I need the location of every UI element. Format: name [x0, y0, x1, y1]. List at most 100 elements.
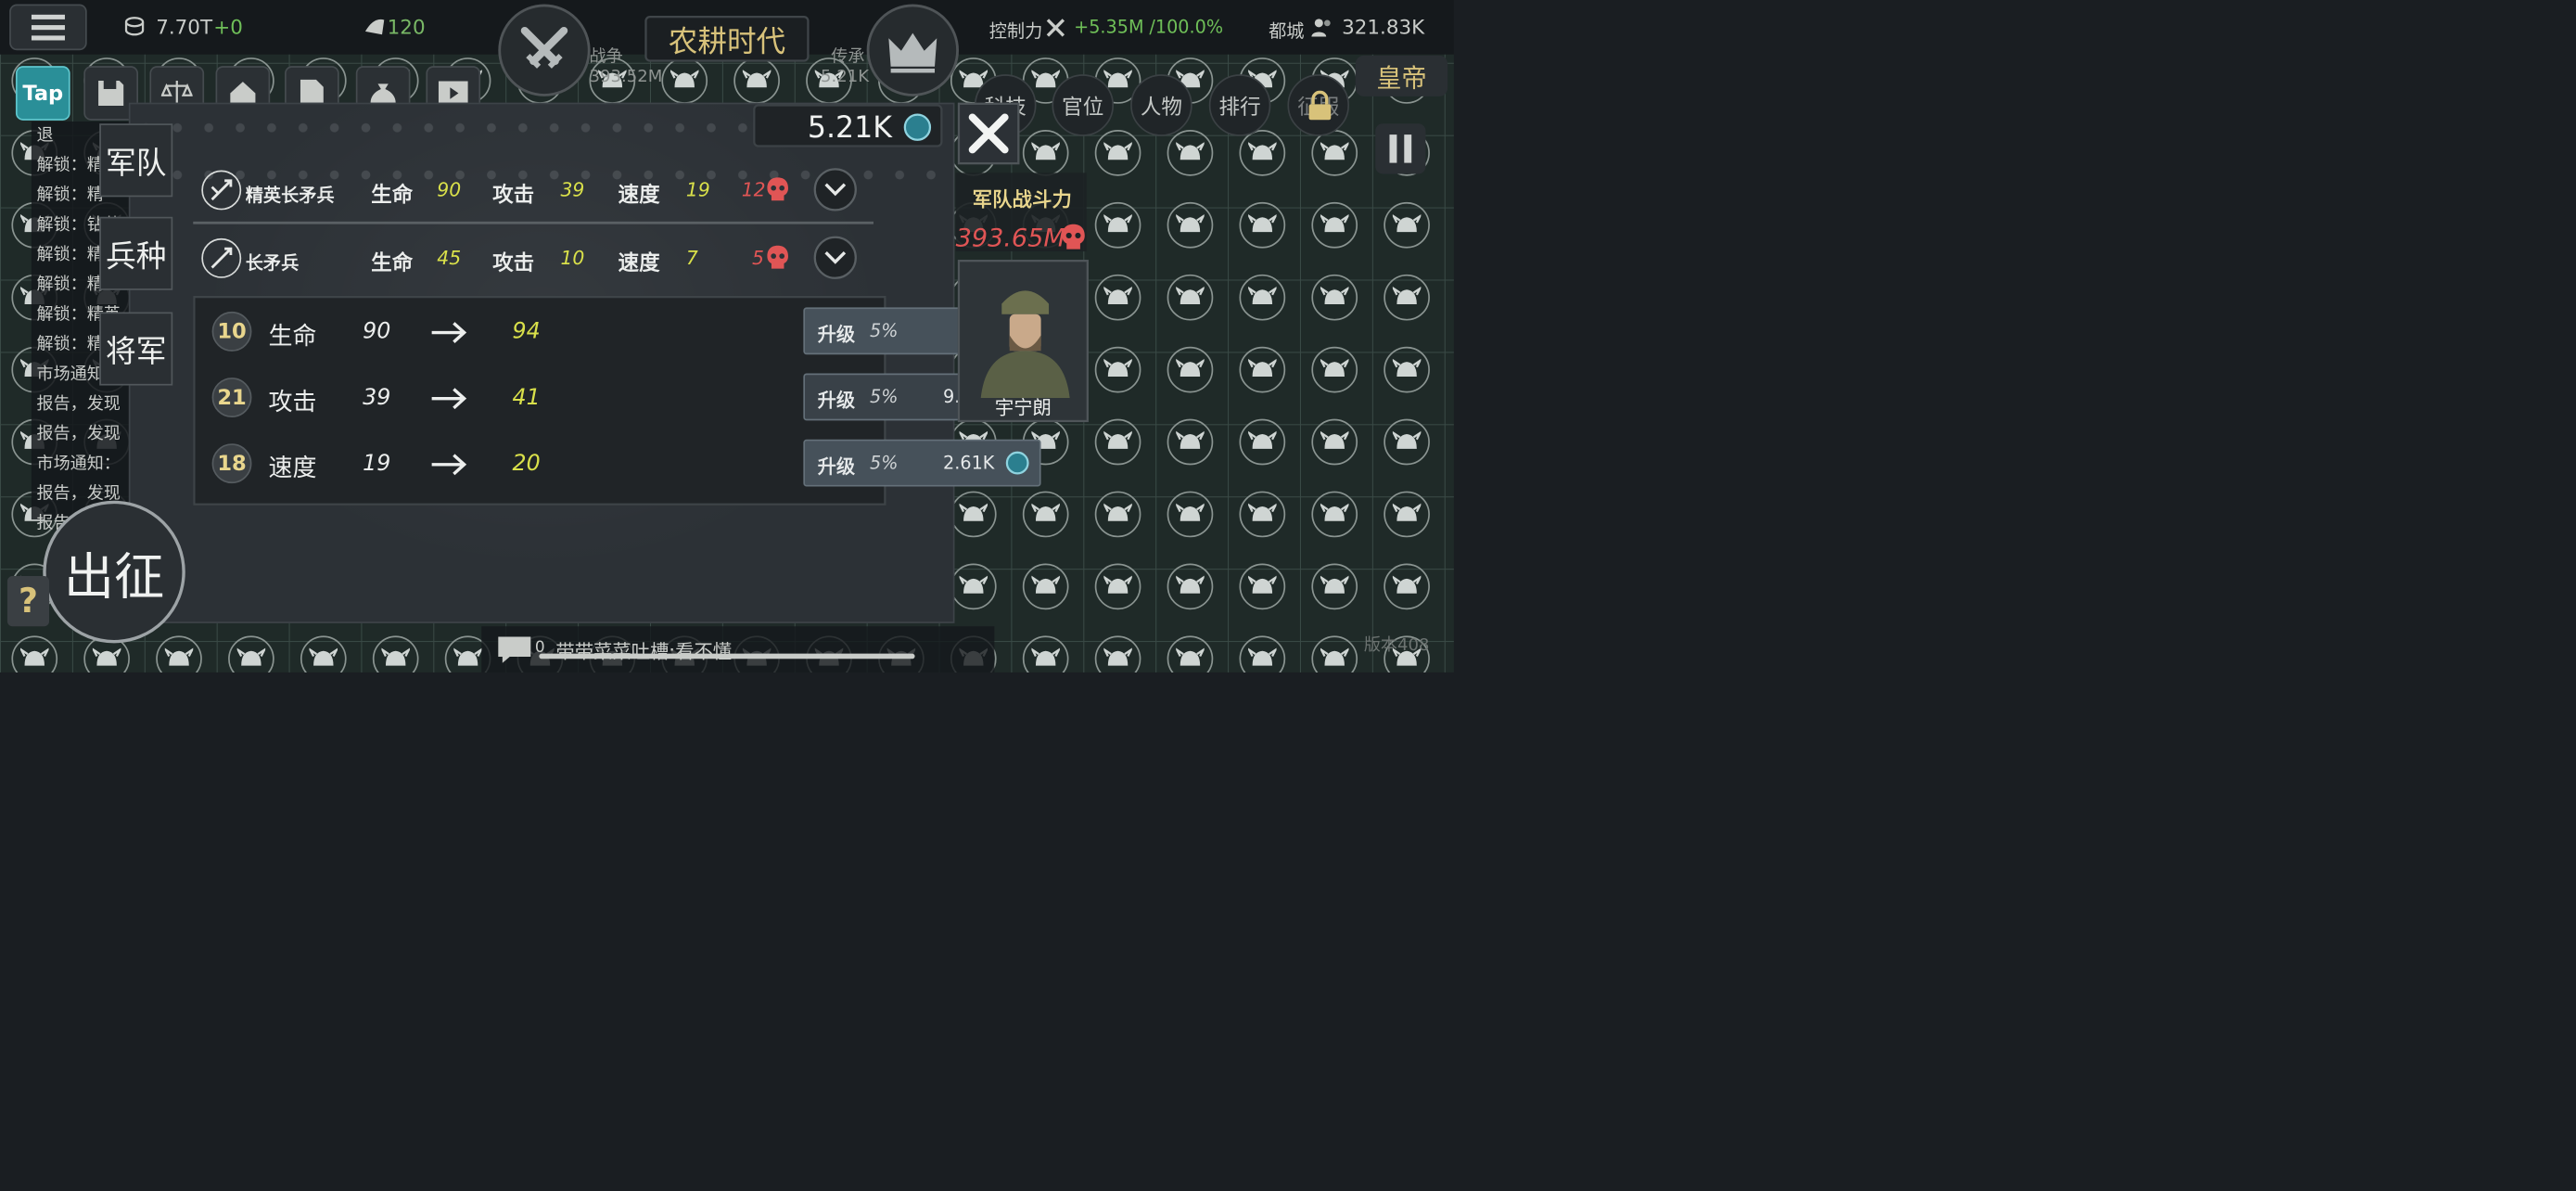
expand-button[interactable]: [813, 236, 857, 279]
viking-helmet-icon: [1167, 346, 1214, 393]
viking-helmet-icon: [1167, 130, 1214, 176]
log-entry: 解锁：精: [36, 244, 104, 264]
nav-conquest[interactable]: 征服: [1287, 74, 1350, 136]
viking-helmet-icon: [1311, 346, 1358, 393]
version-label: 版本408: [1363, 634, 1430, 655]
viking-helmet-icon: [1167, 274, 1214, 321]
skull-icon: [1062, 224, 1085, 250]
viking-helmet-icon: [228, 635, 274, 672]
stat-name: 速度: [268, 453, 317, 482]
attack-label: 攻击: [492, 183, 535, 208]
chat-bar[interactable]: 0 带带菜菜吐槽:看不懂: [481, 626, 995, 672]
viking-helmet-icon: [661, 58, 708, 104]
arrow-right-icon: [431, 388, 467, 410]
viking-helmet-icon: [1311, 274, 1358, 321]
upgrade-button[interactable]: 升级 5% 2.61K: [803, 439, 1041, 487]
viking-helmet-icon: [1022, 130, 1069, 176]
viking-helmet-icon: [1384, 201, 1430, 249]
viking-helmet-icon: [372, 635, 419, 672]
war-button[interactable]: [498, 4, 591, 96]
march-button[interactable]: 出征: [43, 500, 185, 644]
emperor-badge[interactable]: 皇帝: [1355, 55, 1448, 96]
arrow-right-icon: [431, 322, 467, 343]
viking-helmet-icon: [1384, 418, 1430, 466]
stat-name: 攻击: [268, 387, 317, 416]
stat-to: 94: [512, 317, 541, 344]
general-portrait: [980, 290, 1070, 399]
pause-button[interactable]: [1375, 123, 1426, 174]
era-panel[interactable]: 农耕时代: [644, 15, 810, 62]
log-entry: 市场通知：: [36, 453, 121, 473]
control-label: 控制力: [988, 20, 1043, 43]
crossed-swords-icon: [520, 26, 568, 69]
hp-label: 生命: [371, 183, 414, 208]
viking-helmet-icon: [950, 563, 997, 610]
nav-leaderboard-label: 排行: [1218, 95, 1261, 120]
top-bar: 7.70T +0 120 战争 393.52M 农耕时代 传承 5.21K 控制…: [0, 0, 1454, 86]
viking-helmet-icon: [1239, 491, 1286, 538]
help-label: ?: [19, 582, 38, 621]
chat-bubble-icon: [498, 636, 531, 663]
tab-army[interactable]: 军队: [99, 123, 173, 198]
army-power-value: 393.65M: [955, 223, 1065, 253]
legacy-value: 5.21K: [820, 66, 870, 86]
viking-helmet-icon: [1094, 274, 1141, 321]
nav-rank-title-label: 官位: [1062, 95, 1104, 120]
war-value: 393.52M: [589, 66, 663, 86]
war-label: 战争: [589, 45, 623, 67]
general-card[interactable]: 宇宁朗: [957, 260, 1089, 423]
upgrade-row-speed: 18 速度 19 20 升级 5% 2.61K: [196, 437, 1041, 489]
stat-from: 39: [363, 383, 391, 410]
tab-unit-types[interactable]: 兵种: [99, 216, 173, 290]
stat-name: 生命: [268, 321, 317, 351]
viking-helmet-icon: [1094, 563, 1141, 610]
upgrade-percent: 5%: [870, 452, 899, 474]
coins-delta: +0: [213, 15, 243, 39]
chat-latest-message: 带带菜菜吐槽:看不懂: [555, 641, 733, 663]
viking-helmet-icon: [1167, 635, 1214, 672]
nav-rank-title[interactable]: 官位: [1052, 74, 1115, 136]
viking-helmet-icon: [1094, 635, 1141, 672]
unit-row-elite-spearman[interactable]: 精英长矛兵 生命 90 攻击 39 速度 19 12: [201, 166, 902, 224]
food-value: 120: [387, 15, 426, 39]
crown-icon: [888, 32, 937, 73]
pause-icon: [1389, 134, 1412, 163]
upgrade-label: 升级: [817, 390, 856, 412]
march-label: 出征: [63, 546, 165, 606]
chevron-down-icon: [824, 250, 847, 264]
viking-helmet-icon: [733, 58, 780, 104]
spear-icon: [201, 237, 242, 278]
food-icon: [364, 19, 385, 35]
kill-count: 12: [741, 179, 766, 201]
viking-helmet-icon: [950, 491, 997, 538]
legacy-label: 传承: [831, 45, 865, 67]
viking-helmet-icon: [1311, 563, 1358, 610]
nav-leaderboard[interactable]: 排行: [1208, 74, 1271, 136]
arrow-right-icon: [431, 454, 467, 476]
menu-button[interactable]: [9, 4, 87, 51]
tab-generals[interactable]: 将军: [99, 312, 173, 386]
viking-helmet-icon: [1094, 130, 1141, 176]
unit-row-spearman[interactable]: 长矛兵 生命 45 攻击 10 速度 7 5: [201, 234, 902, 291]
viking-helmet-icon: [1167, 563, 1214, 610]
viking-helmet-icon: [1239, 418, 1286, 466]
emperor-label: 皇帝: [1376, 63, 1427, 94]
save-icon: [98, 80, 124, 107]
menu-icon: [31, 14, 65, 41]
close-icon: [968, 113, 1009, 154]
viking-helmet-icon: [1239, 130, 1286, 176]
army-power-panel: 军队战斗力 393.65M: [955, 173, 1087, 253]
viking-helmet-icon: [1311, 130, 1358, 176]
expand-button[interactable]: [813, 168, 857, 211]
nav-characters[interactable]: 人物: [1130, 74, 1192, 136]
tab-army-label: 军队: [105, 145, 167, 181]
log-entry: 报告，发现: [36, 423, 121, 443]
army-dialog: 5.21K 精英长矛兵 生命 90 攻击 39 速度 19 12 长矛兵 生命 …: [128, 102, 1041, 623]
speed-label: 速度: [618, 183, 660, 208]
tap-button[interactable]: Tap: [15, 66, 70, 121]
close-button[interactable]: [957, 102, 1020, 165]
viking-helmet-icon: [1384, 274, 1430, 321]
help-button[interactable]: ?: [6, 576, 50, 627]
viking-helmet-icon: [1311, 418, 1358, 466]
legacy-button[interactable]: [866, 4, 959, 96]
